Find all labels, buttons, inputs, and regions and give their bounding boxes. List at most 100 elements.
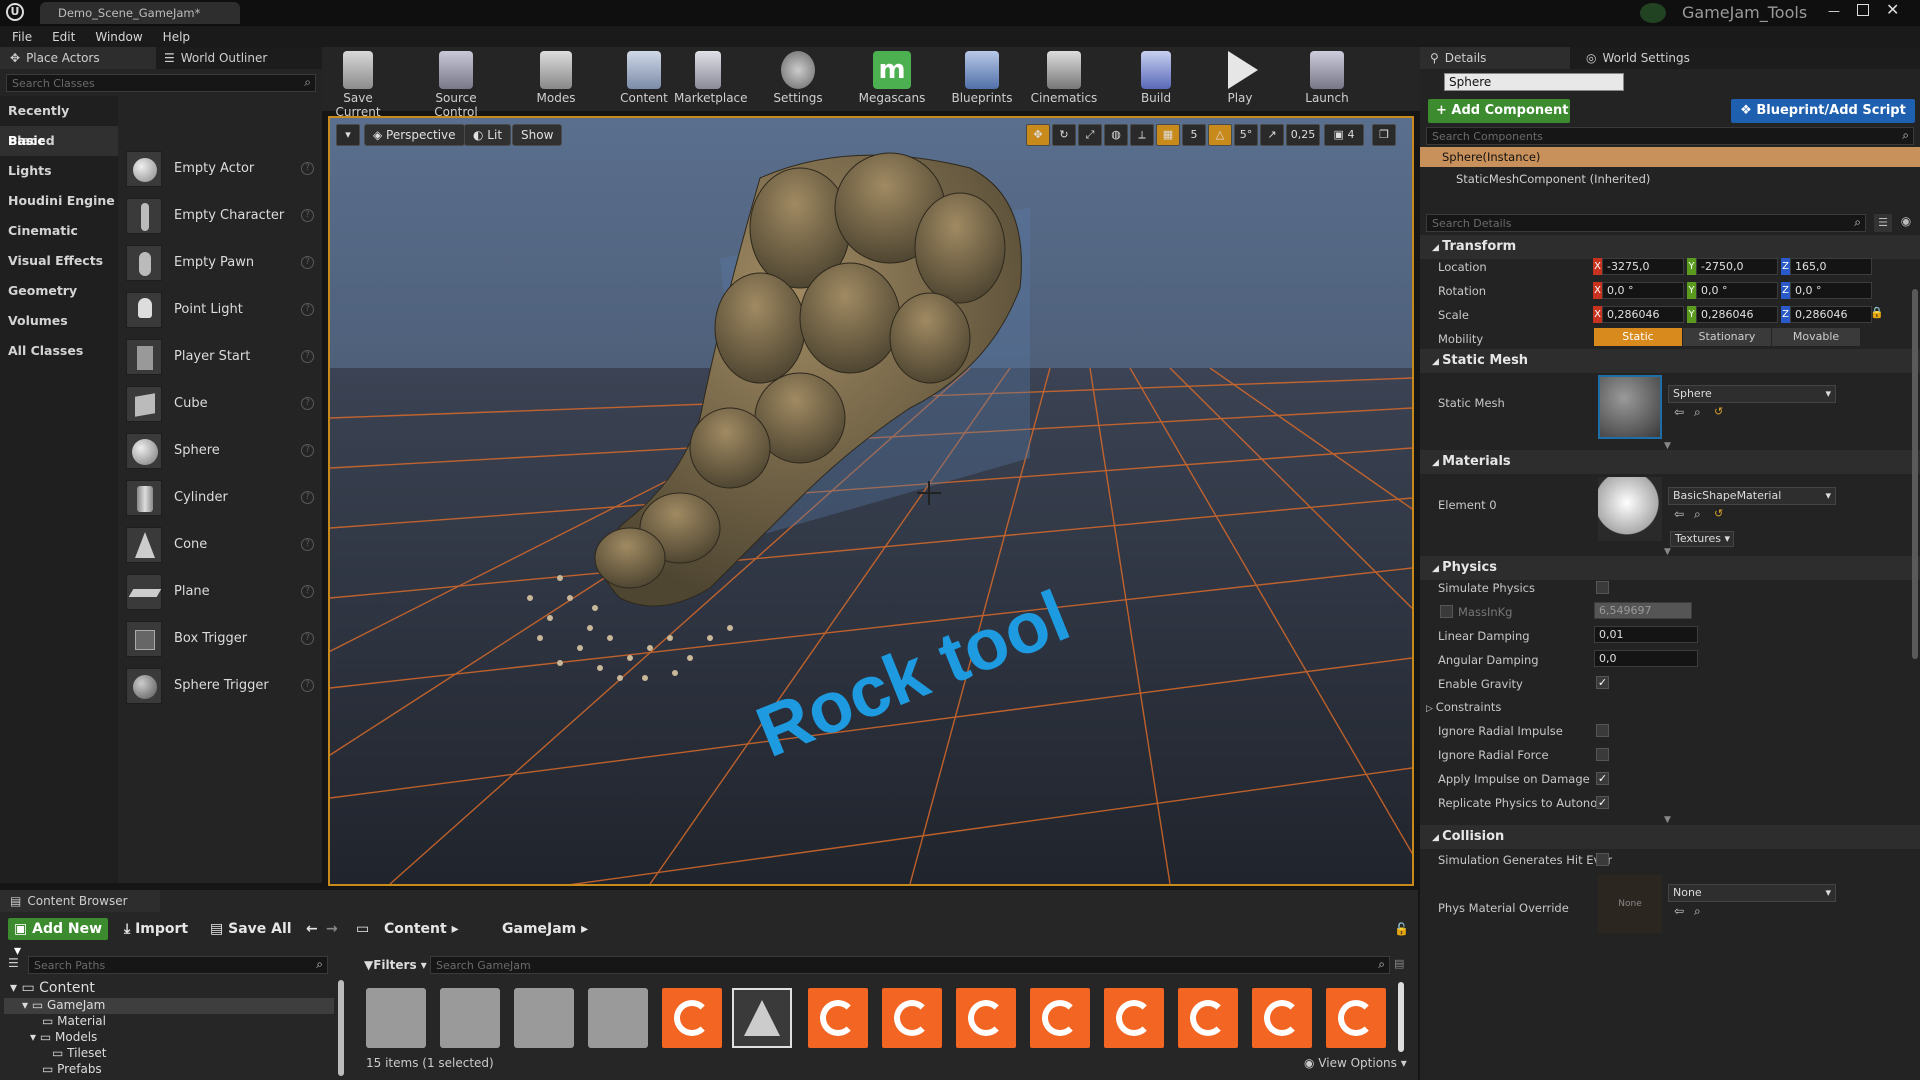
houdini-asset-icon[interactable]	[882, 988, 942, 1048]
material-dropdown[interactable]: BasicShapeMaterial ▾	[1668, 487, 1836, 505]
category-basic[interactable]: Basic	[0, 126, 118, 156]
actor-item-cylinder[interactable]: Cylinder?	[118, 474, 322, 521]
category-geometry[interactable]: Geometry	[0, 276, 118, 306]
houdini-asset-icon[interactable]	[662, 988, 722, 1048]
transform-section-header[interactable]: ◢ Transform	[1420, 235, 1920, 259]
blueprint-add-script-button[interactable]: ❖ Blueprint/Add Script	[1731, 99, 1915, 123]
category-recently-placed[interactable]: Recently Placed	[0, 96, 118, 148]
help-icon[interactable]: ?	[301, 491, 314, 504]
scale-y-field[interactable]: 0,286046	[1696, 306, 1778, 323]
camera-speed-icon[interactable]: ▣ 4	[1324, 124, 1364, 146]
menu-window[interactable]: Window	[95, 30, 142, 44]
help-icon[interactable]: ?	[301, 679, 314, 692]
use-selected-icon[interactable]: ⇦	[1674, 507, 1684, 521]
houdini-asset-icon[interactable]	[956, 988, 1016, 1048]
tree-item-gamejam[interactable]: ▾ ▭ GameJam	[4, 998, 334, 1014]
view-options-button[interactable]: ◉ View Options ▾	[1304, 1056, 1407, 1070]
angular-damping-field[interactable]: 0,0	[1594, 650, 1698, 667]
asset-folder[interactable]	[366, 988, 426, 1048]
phys-material-dropdown[interactable]: None ▾	[1668, 884, 1836, 902]
material-thumbnail[interactable]	[1598, 477, 1662, 541]
rotation-x-field[interactable]: 0,0 °	[1602, 282, 1684, 299]
category-cinematic[interactable]: Cinematic	[0, 216, 118, 246]
search-paths-input[interactable]: Search Paths ⌕	[28, 956, 328, 974]
reset-icon[interactable]: ↺	[1714, 507, 1723, 520]
selected-mesh-asset[interactable]	[732, 988, 792, 1048]
actor-item-sphere-trigger[interactable]: Sphere Trigger?	[118, 662, 322, 709]
lock-icon[interactable]: 🔓	[1394, 922, 1409, 936]
build-button[interactable]: Build	[1134, 47, 1178, 111]
mobility-stationary-button[interactable]: Stationary	[1683, 328, 1771, 346]
mobility-movable-button[interactable]: Movable	[1772, 328, 1860, 346]
source-control-button[interactable]: Source Control	[414, 47, 498, 119]
world-settings-tab[interactable]: ◎ World Settings	[1578, 47, 1738, 69]
help-icon[interactable]: ?	[301, 632, 314, 645]
property-matrix-icon[interactable]: ☰	[1874, 214, 1892, 232]
eye-icon[interactable]: ◉	[1896, 214, 1916, 232]
tree-scrollbar[interactable]	[338, 980, 344, 1076]
simulate-physics-checkbox[interactable]	[1596, 581, 1609, 594]
filters-button[interactable]: ▼Filters ▾	[364, 958, 427, 972]
houdini-asset-icon[interactable]	[1178, 988, 1238, 1048]
expand-arrow-icon[interactable]: ▼	[1664, 815, 1671, 825]
minimize-button[interactable]: —	[1828, 4, 1844, 18]
level-viewport[interactable]: Rock tool ▾ ◈ Perspective ◐ Lit Show ✥ ↻…	[328, 116, 1414, 886]
perspective-button[interactable]: ◈ Perspective	[364, 124, 465, 146]
asset-folder[interactable]	[440, 988, 500, 1048]
actor-item-empty-character[interactable]: Empty Character?	[118, 192, 322, 239]
help-icon[interactable]: ?	[301, 585, 314, 598]
close-button[interactable]: ✕	[1886, 0, 1899, 19]
static-mesh-thumbnail[interactable]	[1598, 375, 1662, 439]
houdini-asset-icon[interactable]	[1326, 988, 1386, 1048]
asset-folder[interactable]	[514, 988, 574, 1048]
browse-icon[interactable]: ⌕	[1694, 405, 1701, 420]
settings-button[interactable]: Settings	[772, 47, 824, 111]
actor-item-box-trigger[interactable]: Box Trigger?	[118, 615, 322, 662]
scale-snap-value[interactable]: 0,25	[1286, 124, 1320, 146]
houdini-asset-icon[interactable]	[1104, 988, 1164, 1048]
content-button[interactable]: Content	[620, 47, 668, 111]
materials-section-header[interactable]: ◢ Materials	[1420, 450, 1920, 474]
rotation-z-field[interactable]: 0,0 °	[1790, 282, 1872, 299]
help-icon[interactable]: ?	[301, 162, 314, 175]
sim-hit-events-checkbox[interactable]	[1596, 853, 1609, 866]
location-x-field[interactable]: -3275,0	[1602, 258, 1684, 275]
asset-scrollbar[interactable]	[1398, 982, 1404, 1052]
menu-help[interactable]: Help	[163, 30, 190, 44]
tree-item-models[interactable]: ▾ ▭ Models	[4, 1030, 334, 1046]
category-houdini-engine[interactable]: Houdini Engine	[0, 186, 118, 216]
maximize-button[interactable]	[1857, 4, 1869, 16]
component-item-root[interactable]: Sphere(Instance)	[1420, 147, 1920, 167]
details-scrollbar[interactable]	[1912, 289, 1918, 659]
help-icon[interactable]: ?	[301, 538, 314, 551]
megascans-button[interactable]: m Megascans	[858, 47, 926, 111]
reset-icon[interactable]: ↺	[1714, 405, 1723, 418]
lit-button[interactable]: ◐ Lit	[464, 124, 512, 146]
enable-gravity-checkbox[interactable]: ✓	[1596, 676, 1609, 689]
marketplace-button[interactable]: Marketplace	[674, 47, 748, 111]
lock-icon[interactable]: 🔒	[1870, 306, 1884, 319]
menu-file[interactable]: File	[12, 30, 32, 44]
category-volumes[interactable]: Volumes	[0, 306, 118, 336]
search-assets-input[interactable]: Search GameJam ⌕	[430, 956, 1390, 974]
linear-damping-field[interactable]: 0,01	[1594, 626, 1698, 643]
import-button[interactable]: ⤓ Import	[124, 921, 188, 937]
rotation-snap-icon[interactable]: △	[1208, 124, 1232, 146]
use-selected-icon[interactable]: ⇦	[1674, 405, 1684, 419]
cinematics-button[interactable]: Cinematics	[1030, 47, 1098, 111]
actor-item-plane[interactable]: Plane?	[118, 568, 322, 615]
replicate-physics-checkbox[interactable]: ✓	[1596, 796, 1609, 809]
ignore-radial-impulse-checkbox[interactable]	[1596, 724, 1609, 737]
add-new-button[interactable]: ▣ Add New ▾	[8, 918, 108, 959]
search-components-input[interactable]: Search Components ⌕	[1426, 127, 1914, 145]
rotation-label[interactable]: Rotation	[1438, 284, 1486, 298]
play-btn[interactable]: Play	[1218, 47, 1262, 111]
actor-item-empty-actor[interactable]: Empty Actor?	[118, 145, 322, 192]
scale-z-field[interactable]: 0,286046	[1790, 306, 1872, 323]
location-label[interactable]: Location	[1438, 260, 1487, 274]
tree-item-content[interactable]: ▾ ▭ Content	[4, 980, 334, 998]
asset-folder[interactable]	[588, 988, 648, 1048]
rotation-y-field[interactable]: 0,0 °	[1696, 282, 1778, 299]
back-button[interactable]: ←	[306, 921, 318, 937]
help-icon[interactable]: ?	[301, 256, 314, 269]
